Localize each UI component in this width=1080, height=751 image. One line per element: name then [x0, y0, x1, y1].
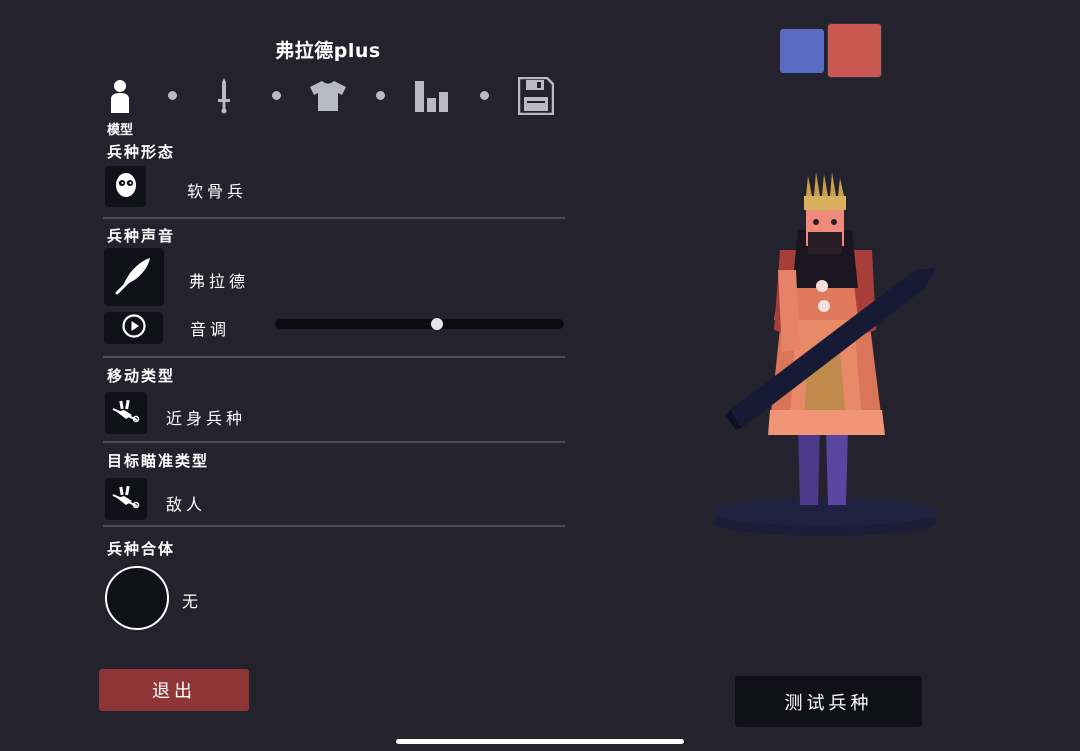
voice-value: 弗拉德	[189, 272, 250, 291]
team-color-red-swatch[interactable]	[828, 24, 881, 77]
feather-icon	[114, 255, 154, 299]
stats-icon[interactable]	[412, 76, 452, 116]
merge-unit-slot[interactable]	[105, 566, 169, 630]
person-icon[interactable]	[100, 76, 140, 116]
target-icon	[112, 485, 140, 513]
merge-value: 无	[182, 592, 203, 611]
play-icon	[121, 314, 146, 342]
section-title-voice: 兵种声音	[107, 227, 176, 245]
exit-button[interactable]: 退出	[99, 669, 249, 711]
unit-name-title: 弗拉德plus	[275, 40, 381, 62]
step-navigation	[100, 76, 570, 116]
shirt-icon[interactable]	[308, 76, 348, 116]
divider	[103, 217, 565, 219]
pitch-label: 音调	[190, 320, 231, 339]
divider	[103, 441, 565, 443]
targeting-value: 敌人	[166, 495, 207, 514]
pitch-slider[interactable]	[275, 319, 564, 329]
movement-value: 近身兵种	[166, 409, 247, 428]
melee-icon	[112, 399, 140, 427]
step-separator	[168, 91, 177, 100]
voice-select-button[interactable]	[104, 248, 164, 306]
skull-face-icon	[115, 172, 137, 202]
team-color-blue-swatch[interactable]	[780, 29, 824, 73]
voice-play-button[interactable]	[104, 312, 163, 344]
unit-preview[interactable]	[700, 160, 950, 540]
save-icon[interactable]	[516, 76, 556, 116]
section-title-movement: 移动类型	[107, 367, 176, 385]
step-separator	[480, 91, 489, 100]
step-label-model: 模型	[107, 123, 134, 138]
section-title-form: 兵种形态	[107, 143, 176, 161]
divider	[103, 356, 565, 358]
pitch-slider-knob[interactable]	[430, 318, 443, 330]
sword-icon[interactable]	[204, 76, 244, 116]
test-unit-button[interactable]: 测试兵种	[735, 676, 922, 727]
step-separator	[272, 91, 281, 100]
home-indicator[interactable]	[396, 739, 684, 744]
section-title-targeting: 目标瞄准类型	[107, 452, 210, 470]
section-title-merge: 兵种合体	[107, 540, 176, 558]
targeting-select-button[interactable]	[105, 478, 147, 520]
form-select-button[interactable]	[105, 166, 146, 207]
form-value: 软骨兵	[187, 182, 248, 201]
divider	[103, 525, 565, 527]
step-separator	[376, 91, 385, 100]
movement-select-button[interactable]	[105, 392, 147, 434]
